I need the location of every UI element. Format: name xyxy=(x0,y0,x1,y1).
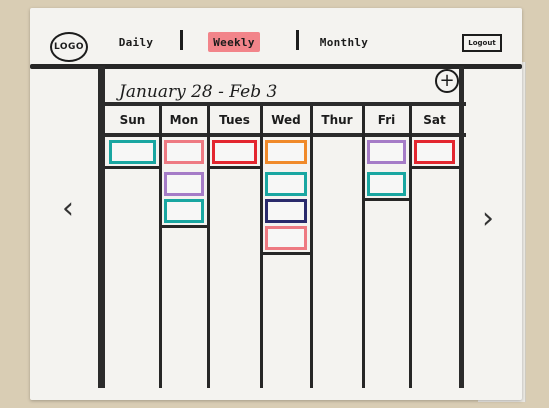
event-block-fri[interactable] xyxy=(367,140,406,164)
event-block-mon[interactable] xyxy=(164,140,204,164)
chevron-right-icon[interactable]: › xyxy=(482,204,494,234)
logo[interactable]: LOGO xyxy=(50,32,88,62)
nav-divider xyxy=(296,30,299,50)
day-header-wed: Wed xyxy=(271,113,301,127)
day-header-mon: Mon xyxy=(169,113,199,127)
event-block-tues[interactable] xyxy=(212,140,257,164)
day-header-sun: Sun xyxy=(119,113,146,127)
week-calendar: January 28 - Feb 3 + Sun Mon Tues Wed Thur Fr… xyxy=(98,66,466,388)
column-divider xyxy=(310,106,313,388)
event-block-wed[interactable] xyxy=(265,172,307,196)
event-block-sun[interactable] xyxy=(109,140,156,164)
day-events-underline xyxy=(208,166,261,169)
column-divider xyxy=(207,106,210,388)
tab-daily[interactable]: Daily xyxy=(112,32,160,52)
column-divider xyxy=(409,106,412,388)
event-block-wed[interactable] xyxy=(265,226,307,250)
day-events-underline xyxy=(410,166,459,169)
event-block-fri[interactable] xyxy=(367,172,406,196)
event-block-mon[interactable] xyxy=(164,199,204,223)
logout-button[interactable]: Logout xyxy=(462,34,502,52)
chevron-left-icon[interactable]: ‹ xyxy=(62,194,74,224)
top-nav: LOGO Daily Weekly Monthly Logout xyxy=(30,8,522,69)
event-block-wed[interactable] xyxy=(265,140,307,164)
event-block-wed[interactable] xyxy=(265,199,307,223)
column-divider xyxy=(159,106,162,388)
event-block-mon[interactable] xyxy=(164,172,204,196)
date-range-title: January 28 - Feb 3 xyxy=(119,82,278,102)
column-divider xyxy=(362,106,365,388)
day-header-sat: Sat xyxy=(423,113,446,127)
day-events-underline xyxy=(105,166,160,169)
tab-weekly[interactable]: Weekly xyxy=(208,32,260,52)
nav-divider xyxy=(180,30,183,50)
day-events-underline xyxy=(261,252,311,255)
day-header-fri: Fri xyxy=(377,113,396,127)
day-header-thur: Thur xyxy=(321,113,353,127)
day-events-underline xyxy=(363,198,410,201)
day-header-tues: Tues xyxy=(219,113,250,127)
event-block-sat[interactable] xyxy=(414,140,455,164)
column-divider xyxy=(260,106,263,388)
tab-monthly[interactable]: Monthly xyxy=(314,32,374,52)
plus-circle-icon[interactable]: + xyxy=(435,69,459,93)
day-events-underline xyxy=(160,225,208,228)
